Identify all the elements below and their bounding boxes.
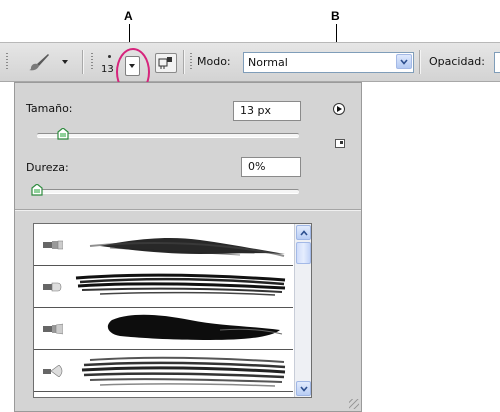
toolbar-separator [82, 50, 84, 74]
panel-divider [15, 209, 361, 211]
brush-tip-preview [108, 55, 111, 58]
brush-stroke-preview [75, 273, 286, 296]
airbrush-toggle-button[interactable] [155, 53, 177, 73]
brush-size-preview: 13 [101, 64, 114, 75]
flat-point-brush-icon [43, 240, 63, 250]
brush-stroke-preview [81, 356, 286, 387]
airbrush-icon [158, 57, 172, 69]
mode-select-value: Normal [248, 56, 288, 69]
brush-list-scrollbar[interactable] [294, 224, 311, 397]
brush-preset-flat-curve[interactable] [34, 308, 293, 350]
toolbar-separator [419, 50, 421, 74]
brush-tool-icon[interactable] [28, 52, 50, 72]
mode-select[interactable]: Normal [243, 52, 414, 73]
size-field[interactable]: 13 px [233, 101, 301, 121]
flat-curve-brush-icon [43, 323, 63, 335]
new-preset-icon[interactable] [335, 139, 345, 148]
size-slider-knob[interactable] [57, 127, 69, 140]
hardness-label: Dureza: [26, 161, 69, 174]
toolbar-grip[interactable] [190, 53, 192, 71]
toolbar-separator [183, 50, 185, 74]
mode-label: Modo: [197, 55, 231, 68]
tool-options-bar: 13 Modo: Normal Opacidad: [0, 42, 500, 82]
toolbar-grip[interactable] [91, 53, 93, 71]
callout-a-label: A [124, 9, 133, 23]
brush-preset-flat-point[interactable] [34, 224, 293, 266]
size-slider-track[interactable] [37, 133, 299, 138]
hardness-slider-knob[interactable] [31, 183, 43, 196]
flat-blunt-brush-icon [43, 282, 62, 292]
brush-preset-fan[interactable] [34, 350, 293, 392]
chevron-down-icon [300, 386, 308, 392]
scroll-thumb[interactable] [296, 242, 311, 264]
panel-resize-grip[interactable] [349, 399, 359, 409]
brush-stroke-preview [107, 314, 283, 340]
scroll-down-button[interactable] [296, 381, 311, 396]
toolbar-grip[interactable] [6, 53, 8, 71]
opacity-field[interactable] [494, 52, 500, 73]
hardness-slider-track[interactable] [37, 189, 299, 194]
brush-preset-flat-blunt[interactable] [34, 266, 293, 308]
brush-stroke-preview [89, 238, 285, 257]
chevron-up-icon [300, 230, 308, 236]
scroll-up-button[interactable] [296, 225, 311, 240]
callout-b-label: B [331, 9, 340, 23]
brush-preset-list [33, 223, 312, 398]
panel-menu-icon[interactable] [333, 103, 345, 115]
brush-preset-picker-panel: Tamaño: 13 px Dureza: 0% [14, 82, 362, 412]
hardness-field[interactable]: 0% [241, 157, 301, 177]
mode-dropdown-button[interactable] [396, 54, 412, 69]
size-label: Tamaño: [26, 102, 73, 115]
opacity-label: Opacidad: [429, 55, 485, 68]
tool-preset-chevron-icon[interactable] [62, 60, 68, 64]
chevron-down-icon [400, 59, 408, 65]
fan-brush-icon [43, 365, 63, 377]
